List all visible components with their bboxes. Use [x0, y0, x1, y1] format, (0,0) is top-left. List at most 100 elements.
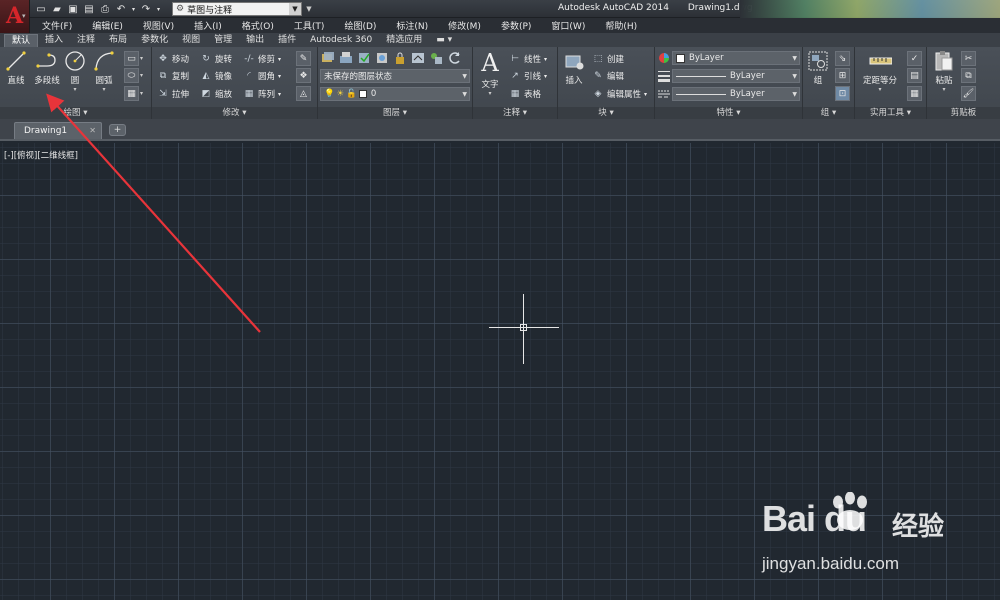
close-icon[interactable]: ✕ — [89, 126, 96, 135]
save-as-icon[interactable]: ▤ — [82, 2, 96, 16]
group-edit-icon[interactable]: ⊞ — [835, 68, 850, 83]
edit-block-button[interactable]: ✎ 编辑 — [592, 69, 624, 83]
tab-view[interactable]: 视图 — [175, 34, 207, 47]
undo-icon[interactable]: ↶ — [114, 2, 128, 16]
rotate-button[interactable]: ↻ 旋转 — [200, 52, 232, 66]
layer-freeze-icon[interactable] — [374, 50, 390, 66]
workspace-switcher[interactable]: ⚙ 草图与注释 ▼ — [172, 2, 302, 16]
annotation-panel-title[interactable]: 注释 ▾ — [473, 107, 557, 119]
menu-modify[interactable]: 修改(M) — [448, 19, 481, 32]
application-menu-button[interactable]: A ▾ — [0, 0, 30, 34]
new-tab-button[interactable]: + — [109, 124, 126, 136]
explode-icon[interactable]: ❖ — [296, 68, 311, 83]
chevron-down-icon[interactable]: ▾ — [930, 86, 958, 93]
leader-button[interactable]: ↗ 引线 ▾ — [509, 69, 547, 83]
chevron-down-icon[interactable]: ▾ — [644, 91, 647, 98]
line-button[interactable]: 直线 — [2, 50, 30, 86]
linear-dimension-button[interactable]: ⊢ 线性 ▾ — [509, 52, 547, 66]
offset-icon[interactable]: ◬ — [296, 86, 311, 101]
tab-annotate[interactable]: 注释 — [70, 34, 102, 47]
measure-button[interactable]: 定距等分 ▾ — [857, 50, 903, 93]
chevron-down-icon[interactable]: ▾ — [476, 90, 504, 97]
viewport-controls[interactable]: [-][俯视][二维线框] — [4, 149, 78, 161]
chevron-down-icon[interactable]: ▾ — [544, 56, 547, 63]
chevron-down-icon[interactable]: ▾ — [140, 55, 143, 62]
layer-match-icon[interactable] — [410, 50, 426, 66]
color-dropdown[interactable]: ByLayer ▼ — [672, 51, 800, 65]
insert-block-button[interactable]: 插入 — [560, 50, 588, 86]
polyline-button[interactable]: 多段线 — [31, 50, 63, 86]
tab-home[interactable]: 默认 — [4, 34, 39, 47]
text-button[interactable]: A 文字 ▾ — [476, 49, 504, 97]
move-button[interactable]: ✥ 移动 — [157, 52, 189, 66]
mirror-button[interactable]: ◭ 镜像 — [200, 69, 232, 83]
menu-view[interactable]: 视图(V) — [143, 19, 174, 32]
create-block-button[interactable]: ⬚ 创建 — [592, 52, 624, 66]
linetype-dropdown[interactable]: ByLayer ▼ — [672, 87, 800, 101]
lineweight-dropdown[interactable]: ByLayer ▼ — [672, 69, 800, 83]
menu-format[interactable]: 格式(O) — [242, 19, 274, 32]
customize-qat-icon[interactable]: ▼ — [304, 2, 314, 16]
modify-panel-title[interactable]: 修改 ▾ — [152, 107, 317, 119]
draw-panel-title[interactable]: 绘图 ▾ — [0, 107, 151, 119]
cut-icon[interactable]: ✂ — [961, 51, 976, 66]
menu-insert[interactable]: 插入(I) — [194, 19, 222, 32]
ribbon-options-icon[interactable]: ▬ ▾ — [429, 34, 459, 47]
menu-parametric[interactable]: 参数(P) — [501, 19, 531, 32]
tab-insert[interactable]: 插入 — [38, 34, 70, 47]
redo-dropdown-icon[interactable]: ▾ — [155, 2, 162, 16]
chevron-down-icon[interactable]: ▾ — [544, 73, 547, 80]
menu-help[interactable]: 帮助(H) — [605, 19, 637, 32]
scale-button[interactable]: ◩ 缩放 — [200, 87, 232, 101]
layer-properties-icon[interactable] — [320, 50, 336, 66]
file-tab-drawing1[interactable]: Drawing1 ✕ — [14, 122, 102, 139]
tab-parametric[interactable]: 参数化 — [134, 34, 175, 47]
print-icon[interactable]: ⎙ — [98, 2, 112, 16]
menu-file[interactable]: 文件(F) — [42, 19, 72, 32]
menu-dimension[interactable]: 标注(N) — [396, 19, 428, 32]
fillet-button[interactable]: ◜ 圆角 ▾ — [243, 69, 281, 83]
menu-draw[interactable]: 绘图(D) — [344, 19, 376, 32]
chevron-down-icon[interactable]: ▾ — [278, 91, 281, 98]
groups-panel-title[interactable]: 组 ▾ — [803, 107, 854, 119]
properties-panel-title[interactable]: 特性 ▾ — [655, 107, 802, 119]
layer-isolate-icon[interactable] — [356, 50, 372, 66]
save-icon[interactable]: ▣ — [66, 2, 80, 16]
stretch-button[interactable]: ⇲ 拉伸 — [157, 87, 189, 101]
menu-tools[interactable]: 工具(T) — [294, 19, 325, 32]
trim-button[interactable]: -/- 修剪 ▾ — [243, 52, 281, 66]
group-button[interactable]: 组 — [805, 50, 831, 86]
circle-button[interactable]: 圆 ▾ — [63, 50, 87, 93]
match-properties-icon[interactable] — [657, 51, 671, 65]
tab-manage[interactable]: 管理 — [207, 34, 239, 47]
chevron-down-icon[interactable]: ▾ — [278, 73, 281, 80]
layers-panel-title[interactable]: 图层 ▾ — [318, 107, 472, 119]
paste-button[interactable]: 粘贴 ▾ — [930, 50, 958, 93]
chevron-down-icon[interactable]: ▾ — [140, 72, 143, 79]
id-point-icon[interactable]: ▤ — [907, 68, 922, 83]
layer-dropdown[interactable]: 💡 ☀ 🔓 0 ▼ — [320, 87, 470, 101]
redo-icon[interactable]: ↷ — [139, 2, 153, 16]
tab-autodesk-360[interactable]: Autodesk 360 — [303, 34, 379, 47]
undo-dropdown-icon[interactable]: ▾ — [130, 2, 137, 16]
utilities-panel-title[interactable]: 实用工具 ▾ — [855, 107, 926, 119]
new-file-icon[interactable]: ▭ — [34, 2, 48, 16]
tab-plugins[interactable]: 插件 — [271, 34, 303, 47]
layer-state-dropdown[interactable]: 未保存的图层状态 ▼ — [320, 69, 470, 83]
chevron-down-icon[interactable]: ▾ — [857, 86, 903, 93]
copy-button[interactable]: ⧉ 复制 — [157, 69, 189, 83]
tab-output[interactable]: 输出 — [239, 34, 271, 47]
clipboard-panel-title[interactable]: 剪贴板 — [927, 107, 1000, 119]
copy-clip-icon[interactable]: ⧉ — [961, 68, 976, 83]
calculator-icon[interactable]: ▦ — [907, 86, 922, 101]
layer-previous-icon[interactable] — [446, 50, 462, 66]
menu-window[interactable]: 窗口(W) — [551, 19, 585, 32]
tab-layout[interactable]: 布局 — [102, 34, 134, 47]
menu-edit[interactable]: 编辑(E) — [92, 19, 123, 32]
layer-walk-icon[interactable] — [428, 50, 444, 66]
erase-icon[interactable]: ✎ — [296, 51, 311, 66]
table-button[interactable]: ▦ 表格 — [509, 87, 541, 101]
hatch-icon[interactable]: ▦ — [124, 86, 139, 101]
quick-select-icon[interactable]: ✓ — [907, 51, 922, 66]
chevron-down-icon[interactable]: ▾ — [278, 56, 281, 63]
